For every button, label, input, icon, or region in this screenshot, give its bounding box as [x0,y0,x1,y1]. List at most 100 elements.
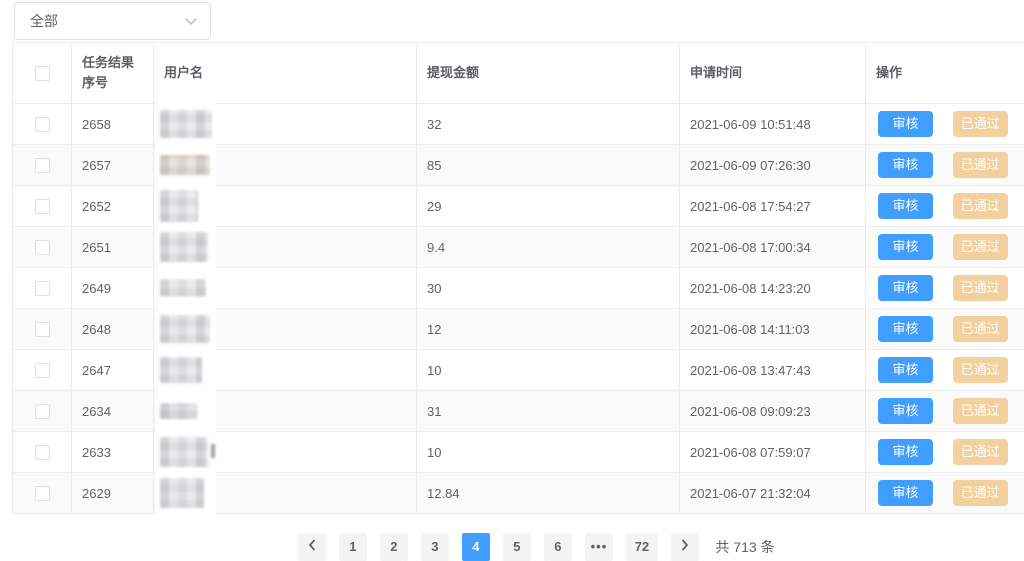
review-button[interactable]: 审核 [878,357,933,383]
cell-username [153,103,417,145]
cell-apply-time: 2021-06-08 14:11:03 [679,308,866,350]
review-button[interactable]: 审核 [878,193,933,219]
cell-apply-time: 2021-06-08 09:09:23 [679,390,866,432]
cell-apply-time: 2021-06-08 13:47:43 [679,349,866,391]
review-button[interactable]: 审核 [878,480,933,506]
cell-username [153,431,417,473]
approved-button[interactable]: 已通过 [952,275,1008,301]
prev-page-button[interactable] [297,533,326,561]
review-button[interactable]: 审核 [878,111,933,137]
header-action: 操作 [865,42,1024,104]
cell-task-no: 2647 [71,349,154,391]
table-row: 2647 10 2021-06-08 13:47:43 审核 已通过 [12,349,1024,391]
cell-apply-time: 2021-06-08 07:59:07 [679,431,866,473]
censored-username-blur [160,357,202,383]
row-checkbox[interactable] [34,117,50,133]
approved-button[interactable]: 已通过 [952,316,1008,342]
row-checkbox[interactable] [34,281,50,297]
cell-apply-time: 2021-06-07 21:32:04 [679,472,866,514]
censored-username-blur [160,478,204,508]
row-checkbox[interactable] [34,199,50,215]
cell-username [153,226,417,268]
review-button[interactable]: 审核 [878,275,933,301]
censored-username-blur [160,232,208,262]
cell-amount: 10 [416,349,680,391]
table-row: 2629 12.84 2021-06-07 21:32:04 审核 已通过 [12,472,1024,514]
approved-button[interactable]: 已通过 [952,152,1008,178]
page-button-4-active[interactable]: 4 [461,533,490,561]
cell-apply-time: 2021-06-08 17:54:27 [679,185,866,227]
more-pages-button[interactable]: ••• [584,533,613,561]
review-button[interactable]: 审核 [878,316,933,342]
table-row: 2652 29 2021-06-08 17:54:27 审核 已通过 [12,185,1024,227]
row-checkbox[interactable] [34,158,50,174]
cell-task-no: 2651 [71,226,154,268]
approved-button[interactable]: 已通过 [952,193,1008,219]
row-checkbox[interactable] [34,363,50,379]
filter-select[interactable]: 全部 [14,2,211,40]
cell-username [153,349,417,391]
table-row: 2649 30 2021-06-08 14:23:20 审核 已通过 [12,267,1024,309]
censored-username-blur [160,279,206,297]
cell-username [153,472,417,514]
cell-task-no: 2658 [71,103,154,145]
cell-amount: 85 [416,144,680,186]
cell-action: 审核 已通过 [865,472,1024,514]
cell-username [153,390,417,432]
page-button-72[interactable]: 72 [625,533,658,561]
cell-task-no: 2633 [71,431,154,473]
cell-action: 审核 已通过 [865,431,1024,473]
censored-username-blur [160,437,215,467]
chevron-left-icon [307,533,317,561]
review-button[interactable]: 审核 [878,398,933,424]
page-button-6[interactable]: 6 [543,533,572,561]
row-checkbox[interactable] [34,322,50,338]
approved-button[interactable]: 已通过 [952,439,1008,465]
table-row: 2651 9.4 2021-06-08 17:00:34 审核 已通过 [12,226,1024,268]
cell-task-no: 2652 [71,185,154,227]
cell-amount: 12 [416,308,680,350]
row-checkbox[interactable] [34,404,50,420]
cell-apply-time: 2021-06-09 10:51:48 [679,103,866,145]
cell-username [153,267,417,309]
cell-task-no: 2657 [71,144,154,186]
filter-selected-value: 全部 [30,13,58,29]
page-button-5[interactable]: 5 [502,533,531,561]
censored-username-blur [160,190,198,222]
next-page-button[interactable] [670,533,699,561]
approved-button[interactable]: 已通过 [952,234,1008,260]
row-checkbox[interactable] [34,486,50,502]
table-row: 2658 32 2021-06-09 10:51:48 审核 已通过 [12,103,1024,145]
cell-action: 审核 已通过 [865,144,1024,186]
approved-button[interactable]: 已通过 [952,111,1008,137]
row-checkbox[interactable] [34,445,50,461]
cell-action: 审核 已通过 [865,226,1024,268]
table-row: 2633 10 2021-06-08 07:59:07 审核 已通过 [12,431,1024,473]
cell-action: 审核 已通过 [865,308,1024,350]
header-apply-time: 申请时间 [679,42,866,104]
cell-action: 审核 已通过 [865,103,1024,145]
censored-username-blur [160,315,210,343]
header-username: 用户名 [153,42,417,104]
cell-amount: 32 [416,103,680,145]
page-button-1[interactable]: 1 [338,533,367,561]
review-button[interactable]: 审核 [878,439,933,465]
header-amount: 提现金额 [416,42,680,104]
page-button-2[interactable]: 2 [379,533,408,561]
page-button-3[interactable]: 3 [420,533,449,561]
cell-action: 审核 已通过 [865,349,1024,391]
table-row: 2657 85 2021-06-09 07:26:30 审核 已通过 [12,144,1024,186]
cell-amount: 9.4 [416,226,680,268]
review-button[interactable]: 审核 [878,234,933,260]
approved-button[interactable]: 已通过 [952,357,1008,383]
cell-task-no: 2634 [71,390,154,432]
review-button[interactable]: 审核 [878,152,933,178]
total-count-label: 共 713 条 [715,539,775,555]
cell-action: 审核 已通过 [865,390,1024,432]
approved-button[interactable]: 已通过 [952,480,1008,506]
cell-action: 审核 已通过 [865,185,1024,227]
approved-button[interactable]: 已通过 [952,398,1008,424]
select-all-checkbox[interactable] [34,66,50,82]
censored-username-blur [160,155,210,175]
row-checkbox[interactable] [34,240,50,256]
